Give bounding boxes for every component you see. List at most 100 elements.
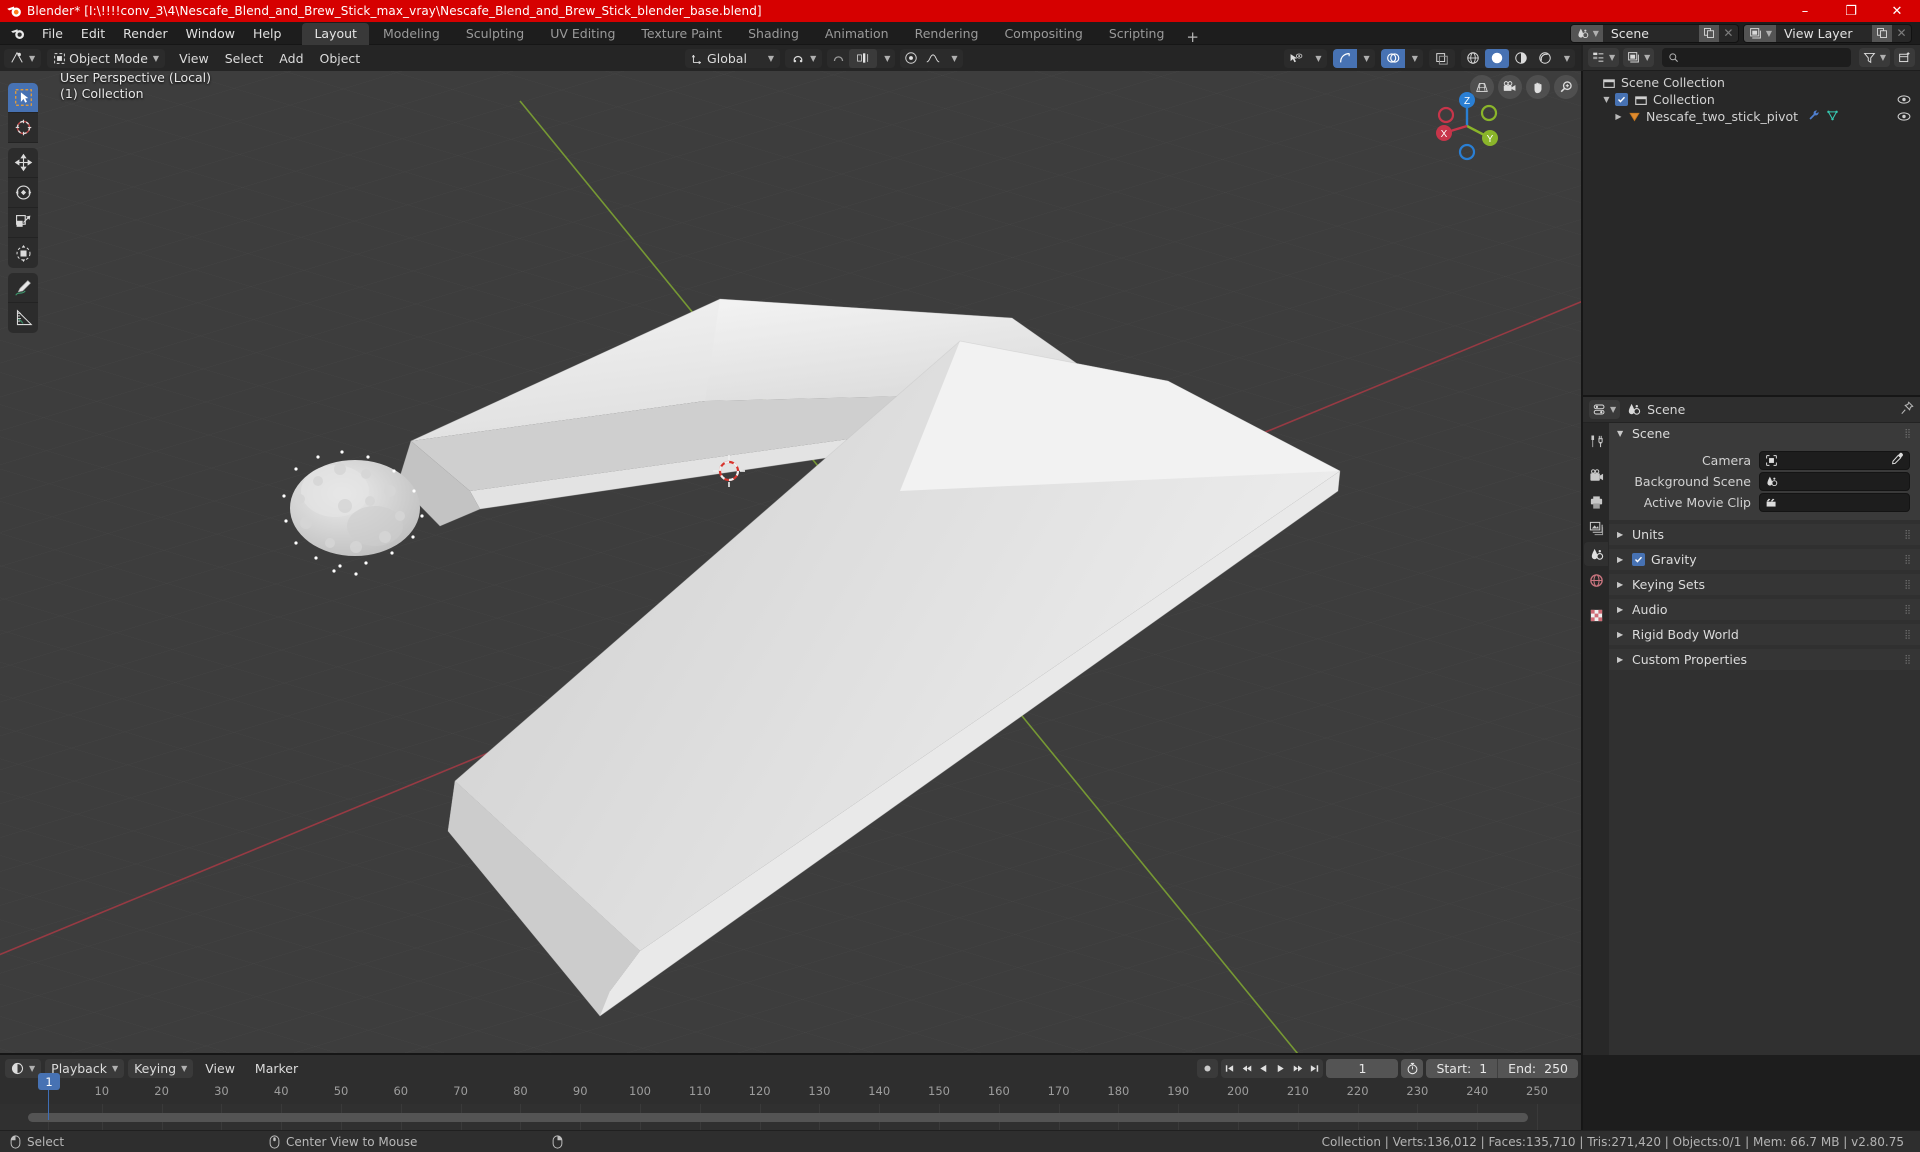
outliner-tree[interactable]: Scene Collection ▼ Collection ▶ Nescafe_… <box>1583 71 1920 125</box>
scene-selector[interactable]: ▼ Scene ✕ <box>1569 23 1739 43</box>
timeline-playhead-label[interactable]: 1 <box>38 1073 60 1090</box>
camera-field[interactable] <box>1759 450 1910 470</box>
show-gizmo-toggle[interactable] <box>1332 48 1357 68</box>
gizmo-group[interactable]: ▼ <box>1332 48 1375 68</box>
tab-layout[interactable]: Layout <box>302 22 369 45</box>
panel-header-units[interactable]: ▶ Units ⣿ <box>1609 524 1920 545</box>
editor-type-button[interactable]: ▼ <box>4 48 42 68</box>
pan-view-button[interactable] <box>1526 75 1550 99</box>
tab-modeling[interactable]: Modeling <box>371 23 452 45</box>
eyedropper-button[interactable] <box>1891 452 1904 468</box>
panel-header-keying-sets[interactable]: ▶ Keying Sets ⣿ <box>1609 574 1920 595</box>
panel-header-gravity[interactable]: ▶ Gravity ⣿ <box>1609 549 1920 570</box>
panel-header-audio[interactable]: ▶ Audio ⣿ <box>1609 599 1920 620</box>
timeline-horizontal-scrollbar[interactable] <box>28 1113 1528 1122</box>
editor-split-vertical[interactable] <box>1581 45 1583 1130</box>
frame-range-fields[interactable]: Start: 1 End: 250 <box>1426 1058 1578 1078</box>
next-keyframe-button[interactable] <box>1289 1059 1306 1078</box>
snap-increment-button[interactable] <box>849 48 878 68</box>
tab-shading[interactable]: Shading <box>736 23 811 45</box>
timeline-ruler[interactable]: 1102030405060708090100110120130140150160… <box>0 1081 1583 1104</box>
play-reverse-button[interactable] <box>1255 1059 1272 1078</box>
zoom-view-button[interactable] <box>1554 75 1578 99</box>
properties-editor[interactable]: ▼ Scene ▼ Scene ⣿ Camera Background Scen… <box>1583 397 1920 1055</box>
proportional-falloff-button[interactable] <box>922 49 944 68</box>
tab-scene[interactable] <box>1584 542 1608 566</box>
shading-wireframe-button[interactable] <box>1461 49 1485 68</box>
mesh-data-icon[interactable] <box>1826 109 1839 125</box>
viewport-menu-select[interactable]: Select <box>217 49 272 68</box>
tab-world[interactable] <box>1584 568 1608 592</box>
view-layer-copy-button[interactable] <box>1872 24 1892 42</box>
shading-mode-group[interactable]: ▼ <box>1460 48 1575 68</box>
jump-to-end-button[interactable] <box>1306 1059 1323 1078</box>
tab-view-layer[interactable] <box>1584 516 1608 540</box>
tool-transform[interactable] <box>8 238 38 268</box>
proportional-edit-group[interactable]: ▼ <box>900 48 963 68</box>
shading-solid-button[interactable] <box>1484 48 1509 68</box>
shading-rendered-button[interactable] <box>1533 49 1557 68</box>
view-layer-selector[interactable]: ▼ View Layer ✕ <box>1742 23 1912 43</box>
minimize-button[interactable]: – <box>1782 0 1828 22</box>
show-overlays-toggle[interactable] <box>1380 48 1405 68</box>
tab-rendering[interactable]: Rendering <box>903 23 991 45</box>
snap-toggle-button[interactable] <box>827 49 849 68</box>
outliner-display-mode-button[interactable]: ▼ <box>1623 48 1655 67</box>
use-preview-range-button[interactable] <box>1401 1058 1424 1078</box>
tool-annotate[interactable] <box>8 273 38 303</box>
tab-tool[interactable] <box>1584 429 1608 453</box>
properties-tab-strip[interactable] <box>1583 423 1609 1055</box>
disclosure-triangle[interactable]: ▼ <box>1601 95 1612 104</box>
auto-keyframe-button[interactable] <box>1197 1058 1219 1078</box>
outliner-row-object[interactable]: ▶ Nescafe_two_stick_pivot <box>1583 108 1920 125</box>
panel-header-custom-properties[interactable]: ▶ Custom Properties ⣿ <box>1609 649 1920 670</box>
end-frame-field[interactable]: End: 250 <box>1498 1059 1578 1078</box>
visibility-eye-icon[interactable] <box>1896 94 1912 105</box>
timeline-editor-type-button[interactable]: ▼ <box>5 1058 42 1078</box>
view-layer-remove-button[interactable]: ✕ <box>1892 25 1911 42</box>
pin-id-button[interactable] <box>1900 401 1914 418</box>
tab-scripting[interactable]: Scripting <box>1097 23 1177 45</box>
start-frame-field[interactable]: Start: 1 <box>1426 1058 1499 1078</box>
blender-menu-icon[interactable] <box>9 25 26 42</box>
scene-browse-button[interactable]: ▼ <box>1570 24 1603 42</box>
tool-rotate[interactable] <box>8 178 38 208</box>
background-scene-field[interactable] <box>1759 471 1910 491</box>
panel-header-rigid-body-world[interactable]: ▶ Rigid Body World ⣿ <box>1609 624 1920 645</box>
tab-render[interactable] <box>1584 464 1608 488</box>
tab-sculpting[interactable]: Sculpting <box>454 23 536 45</box>
viewport-canvas[interactable] <box>0 71 1583 1055</box>
visibility-selector-group[interactable]: ▼ <box>1284 48 1327 68</box>
properties-editor-type-button[interactable]: ▼ <box>1589 400 1621 419</box>
timeline-menu-marker[interactable]: Marker <box>247 1059 306 1078</box>
scene-name[interactable]: Scene <box>1602 24 1699 42</box>
editor-split-outliner-properties[interactable] <box>1581 395 1920 397</box>
tab-animation[interactable]: Animation <box>813 23 901 45</box>
properties-body[interactable]: ▼ Scene ⣿ Camera Background Scene Active… <box>1609 423 1920 1055</box>
menu-file[interactable]: File <box>33 24 72 43</box>
outliner-new-collection-button[interactable] <box>1894 48 1915 67</box>
outliner-search-input[interactable] <box>1662 48 1851 67</box>
panel-header-scene[interactable]: ▼ Scene ⣿ <box>1609 423 1920 444</box>
view-layer-browse-button[interactable]: ▼ <box>1743 24 1776 42</box>
tool-measure[interactable] <box>8 303 38 333</box>
view-layer-name[interactable]: View Layer <box>1776 24 1872 42</box>
outliner-row-collection[interactable]: ▼ Collection <box>1583 91 1920 108</box>
prev-keyframe-button[interactable] <box>1238 1059 1255 1078</box>
tab-uv-editing[interactable]: UV Editing <box>538 23 627 45</box>
menu-help[interactable]: Help <box>244 24 291 43</box>
tool-move[interactable] <box>8 148 38 178</box>
outliner-editor[interactable]: ▼ ▼ ▼ Scene Collection ▼ Collection ▶ Ne… <box>1583 45 1920 397</box>
tool-select-box[interactable] <box>8 83 38 113</box>
interaction-mode-selector[interactable]: Object Mode ▼ <box>47 48 166 68</box>
viewport-menu-view[interactable]: View <box>171 49 217 68</box>
snapping-group[interactable]: ▼ <box>827 48 896 68</box>
overlays-group[interactable]: ▼ <box>1380 48 1423 68</box>
play-button[interactable] <box>1272 1059 1289 1078</box>
modifier-wrench-icon[interactable] <box>1807 109 1820 125</box>
viewport-menu-add[interactable]: Add <box>271 49 311 68</box>
disclosure-triangle[interactable]: ▶ <box>1613 112 1624 121</box>
visibility-eye-icon[interactable] <box>1896 111 1912 122</box>
menu-window[interactable]: Window <box>177 24 244 43</box>
outliner-filter-button[interactable]: ▼ <box>1858 48 1890 67</box>
